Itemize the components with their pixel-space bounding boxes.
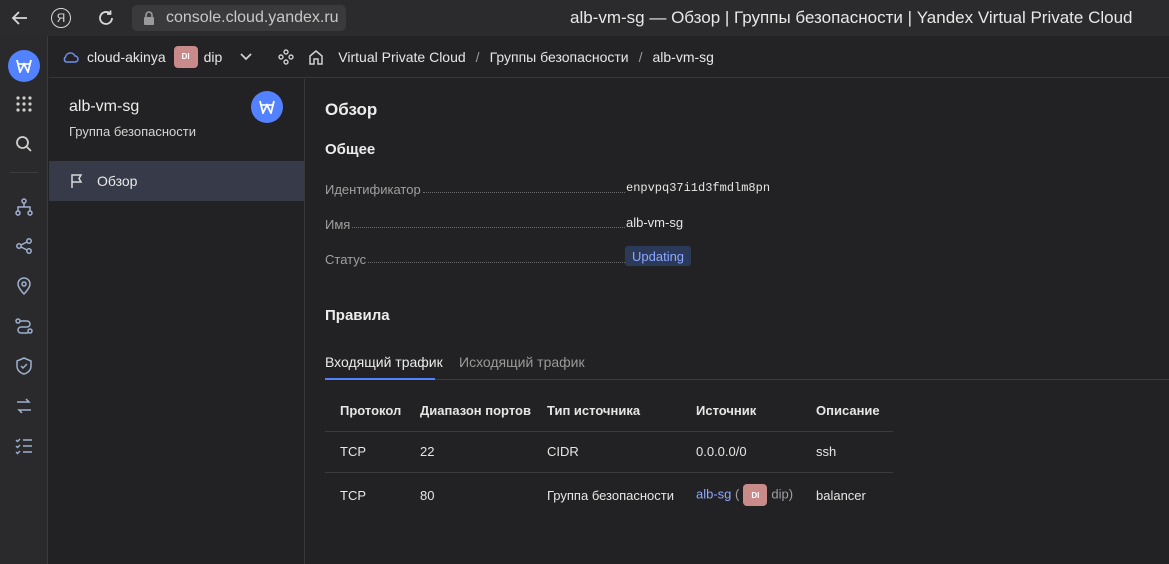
name-label: Имя xyxy=(325,217,351,232)
search-button[interactable] xyxy=(0,126,48,162)
rules-heading: Правила xyxy=(325,307,390,324)
table-header-row: Протокол Диапазон портов Тип источника И… xyxy=(325,391,893,431)
dotted-leader xyxy=(422,192,625,193)
breadcrumb-vpc[interactable]: Virtual Private Cloud xyxy=(338,49,465,65)
source-folder: dip) xyxy=(771,486,794,502)
page-heading: Обзор xyxy=(325,100,378,119)
cell-source: 0.0.0.0/0 xyxy=(681,430,801,472)
tab-ingress[interactable]: Входящий трафик xyxy=(325,354,443,370)
column-header-ports[interactable]: Диапазон портов xyxy=(405,391,532,431)
share-icon xyxy=(16,238,32,254)
breadcrumb: Virtual Private Cloud / Группы безопасно… xyxy=(278,49,714,65)
folder-name: dip xyxy=(203,48,223,65)
cell-source-type: CIDR xyxy=(532,430,681,472)
vpc-service-icon xyxy=(251,91,283,123)
service-rail xyxy=(0,36,48,564)
cell-ports: 22 xyxy=(405,430,532,472)
rules-table: Протокол Диапазон портов Тип источника И… xyxy=(325,391,893,518)
cell-source-type: Группа безопасности xyxy=(532,471,681,518)
rail-divider xyxy=(10,172,38,173)
cell-ports: 80 xyxy=(405,471,532,518)
shield-icon xyxy=(16,357,32,375)
browser-toolbar: Я console.cloud.yandex.ru alb-vm-sg — Об… xyxy=(0,0,1169,36)
checklist-icon xyxy=(15,438,32,455)
vpc-logo-icon xyxy=(8,50,40,82)
cloud-icon xyxy=(63,51,79,63)
id-label: Идентификатор xyxy=(325,182,421,197)
page-title: alb-vm-sg — Обзор | Группы безопасности … xyxy=(570,8,1133,27)
table-row[interactable]: TCP 22 CIDR 0.0.0.0/0 ssh xyxy=(325,430,893,472)
yandex-logo-icon: Я xyxy=(51,8,71,28)
location-button[interactable] xyxy=(0,268,48,304)
apps-grid-button[interactable] xyxy=(0,86,48,122)
cell-protocol: TCP xyxy=(325,471,405,518)
status-property: Статус xyxy=(325,247,625,267)
status-label: Статус xyxy=(325,252,367,267)
column-header-source-type[interactable]: Тип источника xyxy=(532,391,681,431)
breadcrumb-separator: / xyxy=(475,48,480,65)
search-icon xyxy=(16,136,32,152)
console-header: cloud-akinya DI dip Virtual Private Clou… xyxy=(49,36,1169,78)
folder-badge: DI xyxy=(743,484,768,507)
transfer-icon xyxy=(17,398,31,414)
breadcrumb-security-groups[interactable]: Группы безопасности xyxy=(490,49,629,65)
transfer-button[interactable] xyxy=(0,388,48,424)
reload-button[interactable] xyxy=(86,0,126,36)
resource-sidebar: alb-vm-sg Группа безопасности Обзор xyxy=(49,79,305,564)
column-header-description[interactable]: Описание xyxy=(801,391,893,431)
breadcrumb-current: alb-vm-sg xyxy=(652,48,714,65)
status-badge: Updating xyxy=(625,246,692,266)
network-icon xyxy=(15,198,33,216)
folder-badge: DI xyxy=(173,45,198,68)
flag-icon xyxy=(71,174,83,188)
url-text: console.cloud.yandex.ru xyxy=(166,9,339,26)
yandex-button[interactable]: Я xyxy=(41,0,81,36)
arrow-left-icon xyxy=(11,11,27,25)
dotted-leader xyxy=(368,262,625,263)
name-value: alb-vm-sg xyxy=(626,215,684,230)
resource-type: Группа безопасности xyxy=(69,124,196,139)
general-heading: Общее xyxy=(325,141,376,158)
location-pin-icon xyxy=(17,277,31,295)
routes-icon xyxy=(15,318,33,334)
network-button[interactable] xyxy=(0,189,48,225)
resource-title: alb-vm-sg xyxy=(69,98,140,115)
name-property: Имя xyxy=(325,212,625,232)
lock-icon xyxy=(144,11,154,25)
sidebar-item-overview[interactable]: Обзор xyxy=(49,161,304,201)
cloud-selector[interactable]: cloud-akinya DI dip xyxy=(61,45,252,68)
id-property: Идентификатор xyxy=(325,177,625,197)
source-paren: ( xyxy=(735,486,740,502)
source-security-group-link[interactable]: alb-sg xyxy=(696,487,731,502)
cell-source: alb-sg (DI dip) xyxy=(681,471,801,518)
reload-icon xyxy=(99,10,113,25)
sidebar-item-label: Обзор xyxy=(97,173,138,189)
main-content: Обзор Общее Идентификатор enpvpq37i1d3fm… xyxy=(306,79,1169,564)
cell-description: ssh xyxy=(801,430,893,472)
apps-grid-icon xyxy=(16,96,32,112)
chevron-down-icon[interactable] xyxy=(240,52,252,61)
security-button[interactable] xyxy=(0,348,48,384)
id-value: enpvpq37i1d3fmdlm8pn xyxy=(626,181,771,195)
vpc-logo-button[interactable] xyxy=(0,48,48,84)
cloud-name: cloud-akinya xyxy=(87,48,166,65)
column-header-protocol[interactable]: Протокол xyxy=(325,391,405,431)
share-button[interactable] xyxy=(0,228,48,264)
breadcrumb-separator: / xyxy=(638,48,643,65)
back-button[interactable] xyxy=(0,0,40,36)
column-header-source[interactable]: Источник xyxy=(681,391,801,431)
active-tab-indicator xyxy=(325,378,435,380)
checklist-button[interactable] xyxy=(0,428,48,464)
traffic-tabs: Входящий трафик Исходящий трафик xyxy=(325,347,1169,380)
routes-button[interactable] xyxy=(0,308,48,344)
home-icon[interactable] xyxy=(308,49,324,65)
cell-protocol: TCP xyxy=(325,430,405,472)
tab-egress[interactable]: Исходящий трафик xyxy=(459,354,585,370)
cell-description: balancer xyxy=(801,471,893,518)
dotted-leader xyxy=(352,227,625,228)
address-bar[interactable]: console.cloud.yandex.ru xyxy=(132,5,346,31)
table-row[interactable]: TCP 80 Группа безопасности alb-sg (DI dip… xyxy=(325,471,893,518)
services-icon[interactable] xyxy=(278,48,294,65)
